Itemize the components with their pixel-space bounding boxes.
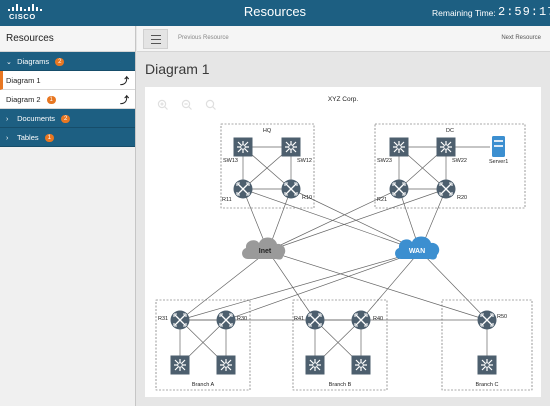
sidebar-category-diagrams[interactable]: ⌄ Diagrams 2 — [0, 52, 135, 71]
category-label: Diagrams — [17, 57, 50, 66]
branch-b-group-box — [292, 299, 388, 391]
zoom-toolbar — [157, 99, 216, 110]
r40-label: R40 — [373, 316, 383, 322]
router-r10-icon — [280, 178, 302, 200]
previous-resource-link[interactable]: Previous Resource — [178, 35, 229, 41]
r41-label: R41 — [294, 316, 304, 322]
switch-branch-a-2-icon — [215, 354, 237, 376]
zoom-reset-icon[interactable] — [205, 99, 216, 110]
switch-sw12-icon — [280, 136, 302, 158]
branch-a-label: Branch A — [192, 382, 215, 388]
switch-branch-b-2-icon — [350, 354, 372, 376]
branch-b-label: Branch B — [329, 382, 352, 388]
dc-label: DC — [446, 128, 454, 134]
switch-sw13-icon — [232, 136, 254, 158]
inet-label: Inet — [259, 248, 272, 255]
router-r11-icon — [232, 178, 254, 200]
switch-sw23-icon — [388, 136, 410, 158]
server1-label: Server1 — [489, 159, 508, 165]
zoom-in-icon[interactable] — [157, 99, 168, 110]
r11-label: R11 — [222, 197, 232, 203]
timer-label: Remaining Time: — [432, 8, 496, 18]
count-badge: 1 — [44, 134, 54, 142]
wan-cloud: WAN — [395, 236, 440, 260]
sidebar-title: Resources — [0, 26, 135, 52]
menu-toggle-button[interactable] — [143, 29, 168, 49]
r50-label: R50 — [497, 314, 507, 320]
r30-label: R30 — [237, 316, 247, 322]
sidebar-category-tables[interactable]: › Tables 1 — [0, 128, 135, 147]
router-r30-icon — [215, 309, 237, 331]
router-r20-icon — [435, 178, 457, 200]
category-label: Documents — [17, 114, 56, 123]
item-label: Diagram 2 — [6, 95, 41, 104]
chevron-right-icon: › — [6, 135, 9, 142]
diagram-canvas: XYZ Corp. Inet WAN HQ DC SW13 SW12 R11 R… — [145, 87, 541, 397]
page-title: Diagram 1 — [145, 61, 210, 77]
next-resource-link[interactable]: Next Resource — [501, 35, 541, 41]
router-r21-icon — [388, 178, 410, 200]
switch-branch-c-icon — [476, 354, 498, 376]
sw12-label: SW12 — [297, 158, 312, 164]
router-r50-icon — [476, 309, 498, 331]
network-diagram: XYZ Corp. Inet WAN HQ DC SW13 SW12 R11 R… — [155, 96, 533, 391]
count-badge: 2 — [55, 58, 65, 66]
hq-label: HQ — [263, 128, 272, 134]
sidebar-category-documents[interactable]: › Documents 2 — [0, 109, 135, 128]
sidebar: Resources ⌄ Diagrams 2 Diagram 1 ⤴ Diagr… — [0, 26, 136, 406]
r21-label: R21 — [377, 197, 387, 203]
sw23-label: SW23 — [377, 158, 392, 164]
router-r41-icon — [304, 309, 326, 331]
timer-value: 2:59:17 — [498, 5, 550, 19]
sidebar-item-diagram-2[interactable]: Diagram 2 1 ⤴ — [0, 90, 135, 109]
hq-group-box — [220, 123, 315, 209]
server-icon — [492, 136, 505, 157]
sw13-label: SW13 — [223, 158, 238, 164]
new-badge: 1 — [46, 96, 56, 104]
sw22-label: SW22 — [452, 158, 467, 164]
router-r31-icon — [169, 309, 191, 331]
zoom-out-icon[interactable] — [181, 99, 192, 110]
open-link-icon[interactable]: ⤴ — [120, 74, 129, 87]
router-r40-icon — [350, 309, 372, 331]
chevron-right-icon: › — [6, 116, 9, 123]
sidebar-item-diagram-1[interactable]: Diagram 1 ⤴ — [0, 71, 135, 90]
branch-c-label: Branch C — [476, 382, 499, 388]
switch-branch-a-1-icon — [169, 354, 191, 376]
count-badge: 2 — [61, 115, 71, 123]
r31-label: R31 — [158, 316, 168, 322]
wan-label: WAN — [409, 248, 425, 255]
r10-label: R10 — [302, 195, 312, 201]
category-label: Tables — [16, 133, 39, 142]
chevron-down-icon: ⌄ — [6, 59, 12, 66]
open-link-icon[interactable]: ⤴ — [120, 93, 129, 106]
item-label: Diagram 1 — [6, 76, 41, 85]
top-bar: CISCO Resources Remaining Time: 2:59:17 — [0, 0, 550, 26]
switch-branch-b-1-icon — [304, 354, 326, 376]
switch-sw22-icon — [435, 136, 457, 158]
r20-label: R20 — [457, 195, 467, 201]
diagram-title: XYZ Corp. — [328, 96, 359, 103]
inet-cloud: Inet — [242, 237, 286, 260]
resource-nav: Previous Resource Next Resource — [137, 26, 550, 52]
